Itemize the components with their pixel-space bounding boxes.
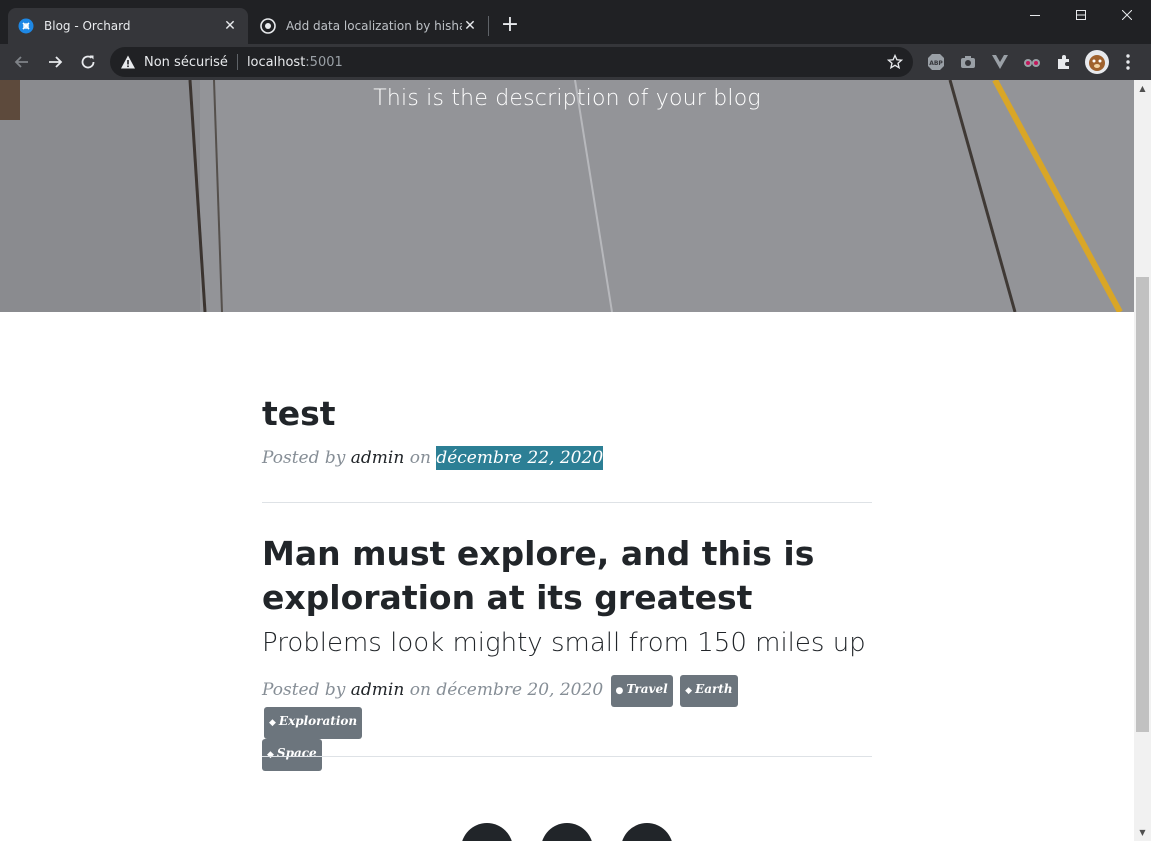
tag-icon: ◆ — [269, 718, 276, 728]
blog-description: This is the description of your blog — [373, 86, 761, 111]
github-icon[interactable] — [621, 823, 673, 841]
kebab-shape — [1126, 54, 1130, 70]
url-port: :5001 — [305, 54, 343, 70]
puzzle-icon[interactable] — [1054, 52, 1074, 72]
post-date: décembre 20, 2020 — [436, 680, 604, 700]
address-bar[interactable]: Non sécurisé localhost:5001 — [110, 47, 913, 77]
scroll-down-arrow-icon[interactable]: ▼ — [1134, 824, 1151, 841]
puzzle-shape — [1058, 55, 1069, 69]
post-title-line: exploration at its greatest — [262, 578, 753, 617]
meta-on: on — [409, 448, 431, 468]
bookmark-star-icon[interactable] — [887, 54, 903, 70]
post-date: décembre 22, 2020 — [436, 446, 604, 470]
tab-separator — [488, 16, 489, 36]
avatar[interactable] — [1084, 49, 1110, 75]
address-separator — [236, 54, 238, 70]
tag-label: Earth — [695, 682, 733, 696]
meta-on: on — [409, 680, 431, 700]
tag-exploration[interactable]: ◆ Exploration — [264, 707, 363, 739]
facebook-icon[interactable] — [541, 823, 593, 841]
tab-blog-orchard[interactable]: Blog - Orchard ✕ — [8, 8, 248, 44]
vue-shape — [992, 55, 1008, 69]
abp-icon[interactable]: ABP — [926, 52, 946, 72]
vue-devtools-icon[interactable] — [990, 52, 1010, 72]
meta-prefix: Posted by — [262, 448, 346, 468]
close-window-button[interactable] — [1104, 0, 1150, 30]
github-icon — [260, 18, 276, 34]
minimize-icon — [1030, 15, 1040, 16]
meta-prefix: Posted by — [262, 680, 346, 700]
abp-shape: ABP — [928, 54, 944, 70]
back-arrow-icon — [14, 56, 28, 68]
tag-space[interactable]: ◆ Space — [262, 739, 322, 771]
tag-icon: ◆ — [267, 750, 274, 760]
tag-label: Exploration — [278, 714, 358, 728]
camera-shape — [961, 56, 975, 68]
post-title[interactable]: Man must explore, and this is exploratio… — [262, 532, 814, 620]
camera-icon[interactable] — [958, 52, 978, 72]
reload-icon — [81, 55, 95, 69]
forward-arrow-icon — [49, 56, 63, 68]
page-viewport: This is the description of your blog tes… — [0, 80, 1134, 841]
binoculars-shape — [1024, 59, 1040, 67]
tag-travel[interactable]: ● Travel — [610, 675, 673, 707]
close-tab-icon[interactable]: ✕ — [222, 18, 238, 34]
post-meta: Posted by admin on décembre 22, 2020 — [262, 446, 604, 470]
menu-icon[interactable] — [1118, 52, 1138, 72]
tab-title: Blog - Orchard — [44, 19, 131, 33]
twitter-icon[interactable] — [461, 823, 513, 841]
security-label[interactable]: Non sécurisé — [144, 55, 228, 70]
tag-label: Space — [276, 746, 317, 760]
hero-background-image — [0, 80, 1134, 312]
tag-label: Travel — [626, 682, 668, 696]
post-title[interactable]: test — [262, 392, 336, 436]
post-divider — [262, 756, 872, 757]
avatar-shape — [1085, 50, 1109, 74]
close-tab-icon[interactable]: ✕ — [462, 18, 478, 34]
close-icon — [1122, 10, 1132, 20]
reload-button[interactable] — [74, 48, 102, 76]
scrollbar-thumb[interactable] — [1136, 277, 1149, 732]
svg-text:ABP: ABP — [929, 60, 943, 67]
binoculars-icon[interactable] — [1022, 52, 1042, 72]
orchard-icon — [18, 18, 34, 34]
browser-toolbar: Non sécurisé localhost:5001 ABP — [0, 44, 1151, 80]
tag-icon: ◆ — [685, 686, 693, 696]
forward-button[interactable] — [41, 48, 69, 76]
hero-header: This is the description of your blog — [0, 80, 1134, 312]
new-tab-button[interactable]: + — [498, 14, 522, 38]
post-title-line: Man must explore, and this is — [262, 534, 815, 573]
scroll-up-arrow-icon[interactable]: ▲ — [1134, 80, 1151, 97]
url-host: localhost — [246, 54, 306, 70]
maximize-icon — [1076, 10, 1086, 20]
tab-github[interactable]: Add data localization by hishamc ✕ — [250, 8, 488, 44]
browser-titlebar: Blog - Orchard ✕ Add data localization b… — [0, 0, 1151, 44]
post-divider — [262, 502, 872, 503]
post-subtitle[interactable]: Problems look mighty small from 150 mile… — [262, 628, 866, 658]
warning-icon — [121, 55, 135, 69]
post-author[interactable]: admin — [351, 448, 405, 468]
minimize-button-ctl[interactable] — [1012, 0, 1058, 30]
globe-icon: ● — [615, 686, 624, 696]
tab-title: Add data localization by hishamc — [286, 19, 462, 33]
tag-earth[interactable]: ◆ Earth — [680, 675, 738, 707]
post-author[interactable]: admin — [351, 680, 405, 700]
back-button[interactable] — [8, 48, 36, 76]
maximize-button[interactable] — [1058, 0, 1104, 30]
